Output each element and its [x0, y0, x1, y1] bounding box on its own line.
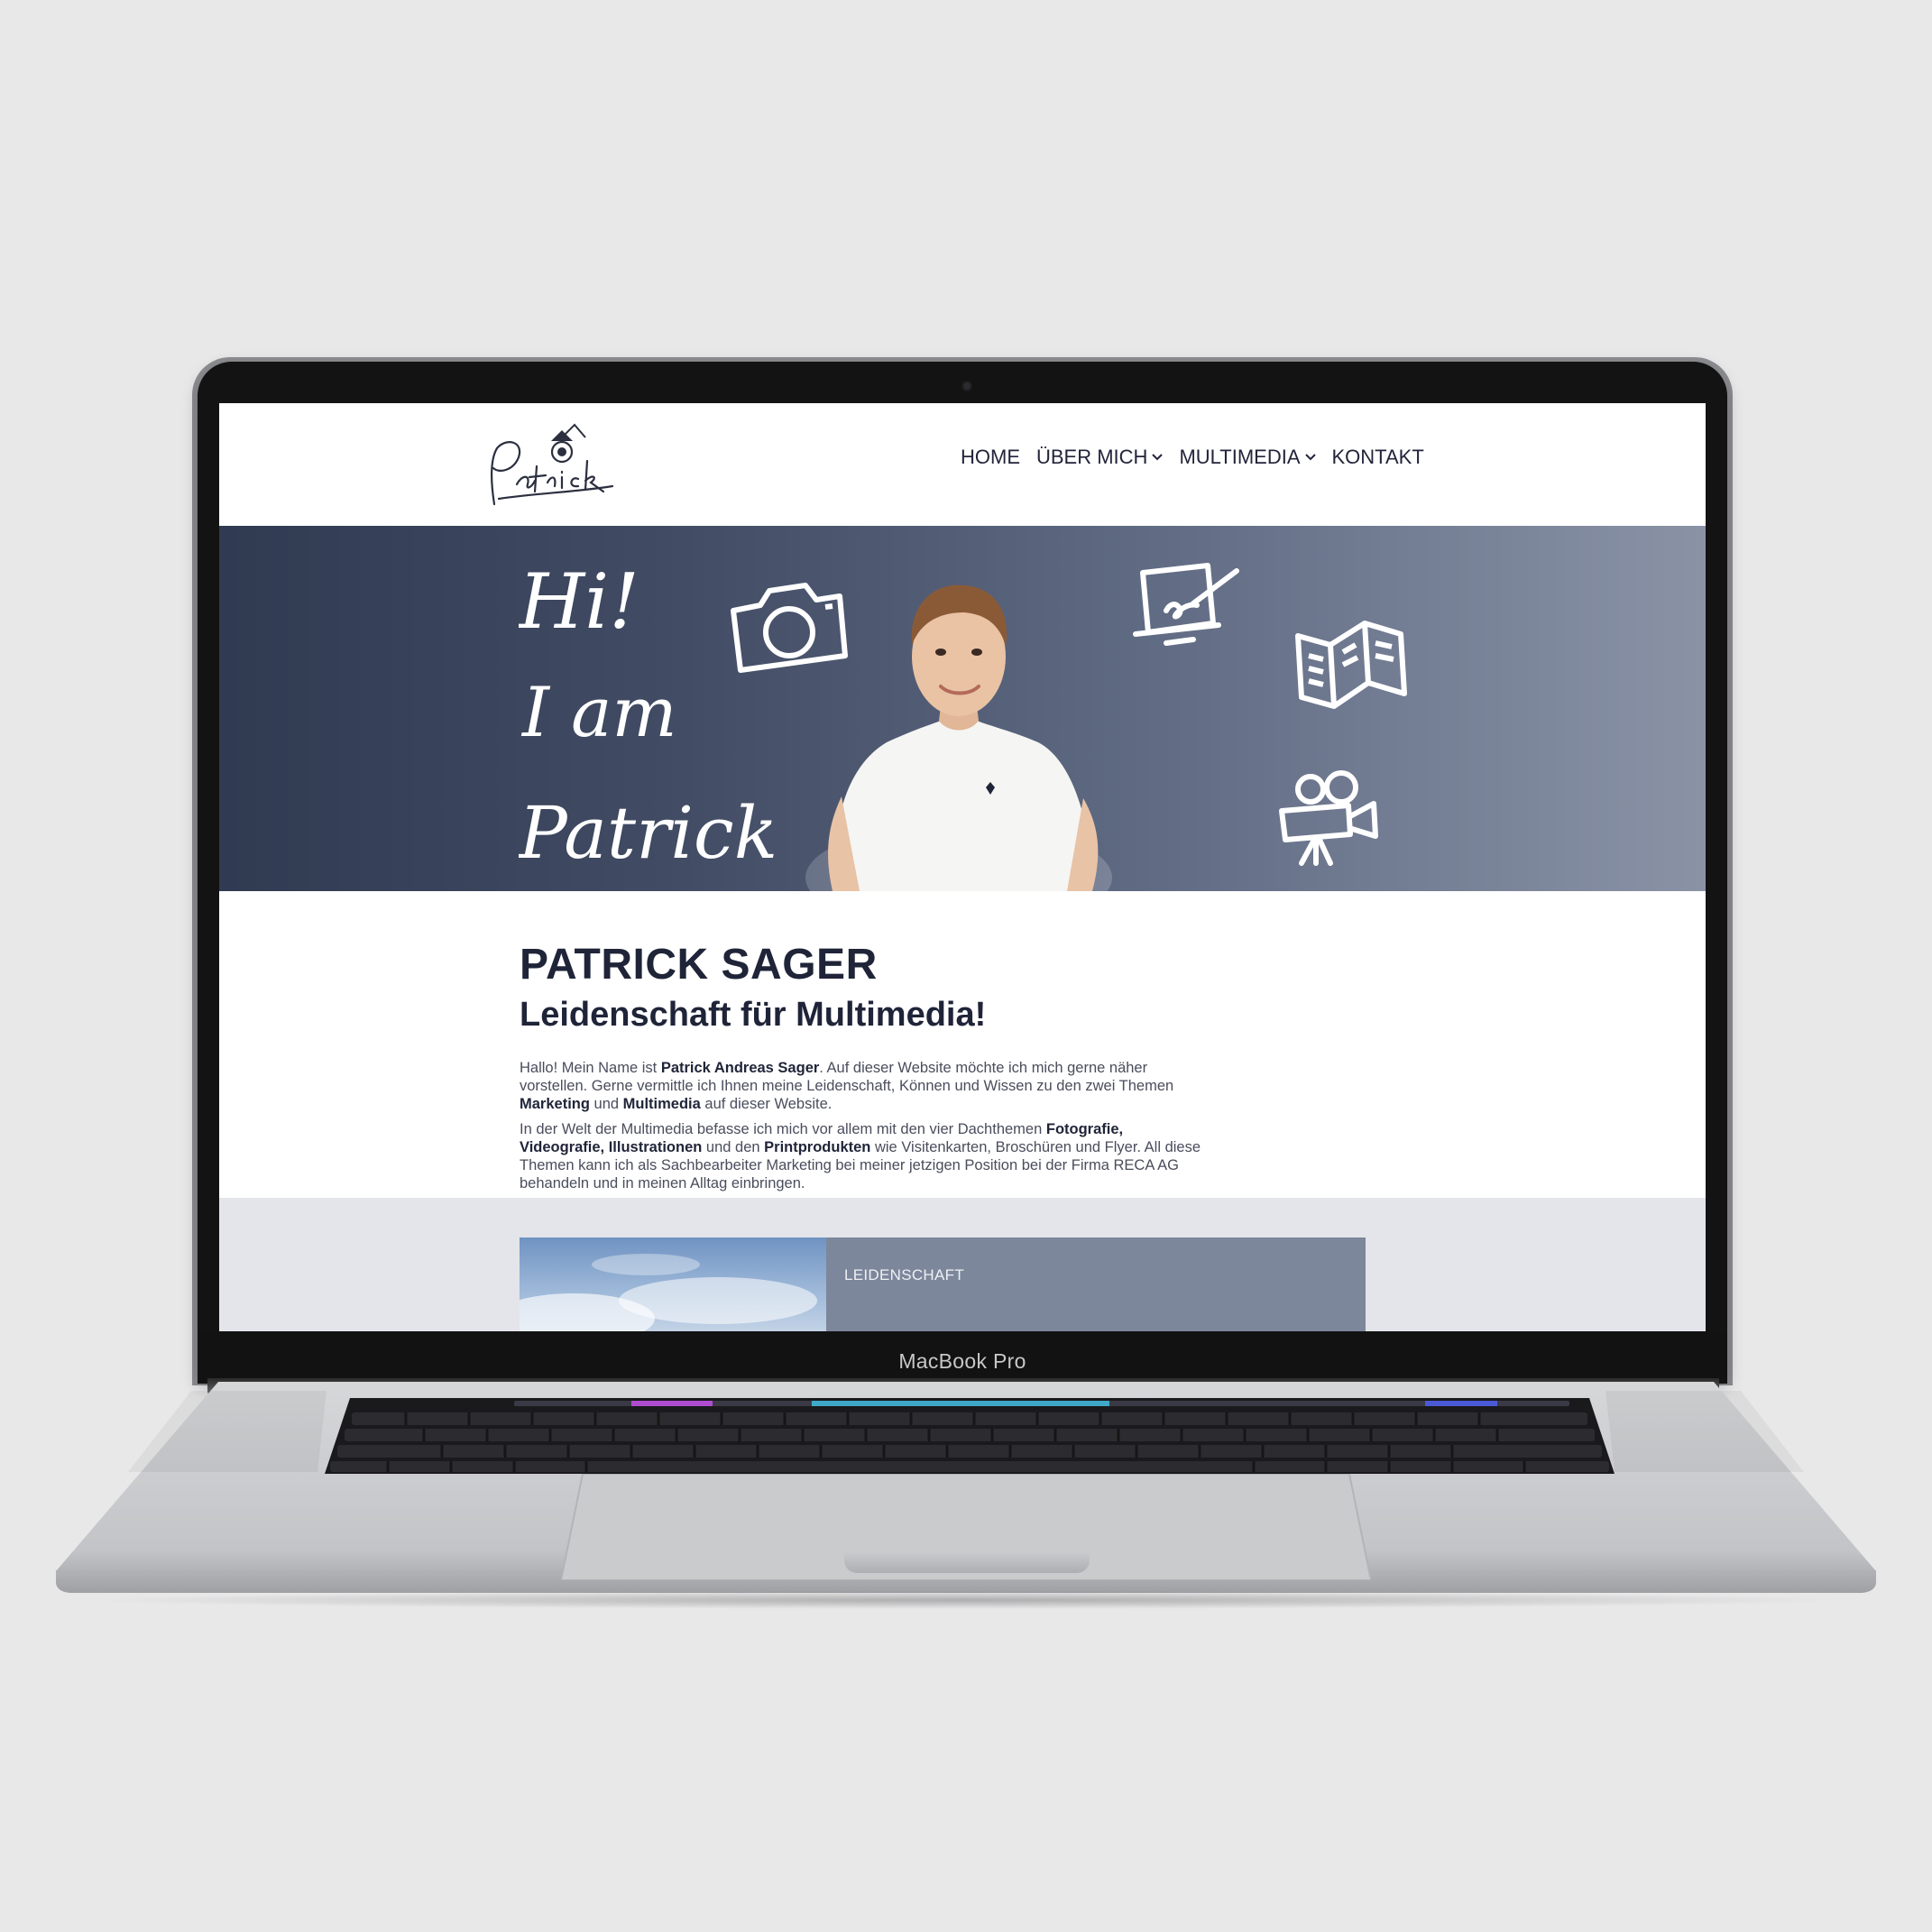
brochure-icon: [1295, 621, 1407, 709]
page-title: PATRICK SAGER: [520, 941, 878, 989]
nav-kontakt-label: KONTAKT: [1331, 446, 1424, 468]
intro-paragraph-1: Hallo! Mein Name ist Patrick Andreas Sag…: [520, 1060, 1174, 1112]
patrick-signature-logo-icon: [491, 423, 614, 506]
page-subtitle: Leidenschaft für Multimedia!: [520, 996, 987, 1034]
nav-home-label: HOME: [961, 446, 1020, 468]
feature-section: LEIDENSCHAFT: [219, 1198, 1706, 1331]
sky-image: [520, 1237, 826, 1331]
chevron-down-icon: [1304, 454, 1316, 461]
hero-banner: Hi! I am Patrick: [219, 526, 1706, 891]
website-screen: HOME ÜBER MICH MULTIMEDIA KONTAKT Hi! I …: [219, 403, 1706, 1331]
intro-section: PATRICK SAGER Leidenschaft für Multimedi…: [219, 891, 1706, 1198]
webcam: [963, 382, 971, 390]
chevron-down-icon: [1152, 454, 1164, 461]
site-header: HOME ÜBER MICH MULTIMEDIA KONTAKT: [219, 403, 1706, 526]
nav-ueber-mich[interactable]: ÜBER MICH: [1036, 446, 1164, 469]
hero-line-3: Patrick: [519, 791, 777, 875]
video-camera-icon: [1279, 770, 1378, 866]
laptop-shadow: [81, 1591, 1851, 1609]
main-nav: HOME ÜBER MICH MULTIMEDIA KONTAKT: [961, 439, 1424, 475]
clouds-graphic: [520, 1254, 817, 1331]
nav-home[interactable]: HOME: [961, 446, 1020, 469]
nav-kontakt[interactable]: KONTAKT: [1332, 446, 1424, 469]
hero-line-2: I am: [520, 672, 677, 752]
hero-line-1: Hi!: [519, 557, 639, 646]
intro-paragraph-2: In der Welt der Multimedia befasse ich m…: [520, 1121, 1201, 1191]
nav-multimedia-label: MULTIMEDIA: [1179, 446, 1301, 468]
feature-label: LEIDENSCHAFT: [844, 1266, 965, 1283]
site-logo[interactable]: [481, 421, 616, 511]
portrait-photo: [805, 584, 1112, 891]
nav-multimedia[interactable]: MULTIMEDIA: [1179, 446, 1316, 469]
feature-card[interactable]: LEIDENSCHAFT: [826, 1237, 1366, 1331]
keyboard: [325, 1398, 1615, 1474]
lid-opening-notch: [844, 1553, 1090, 1573]
nav-ueber-mich-label: ÜBER MICH: [1036, 446, 1148, 468]
tablet-drawing-icon: [1133, 563, 1239, 646]
model-label: MacBook Pro: [898, 1349, 1026, 1373]
